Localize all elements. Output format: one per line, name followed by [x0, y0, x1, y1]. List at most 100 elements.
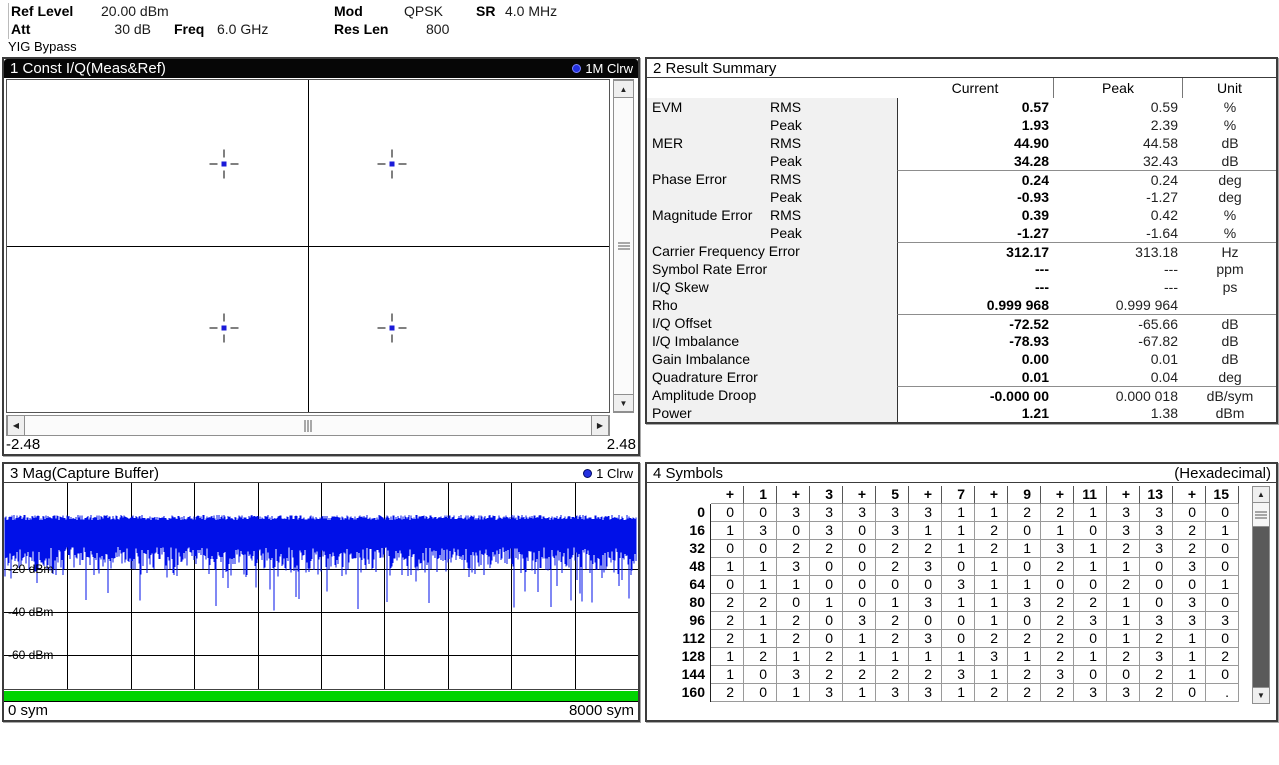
result-row-values: 1.211.38dBm	[897, 404, 1276, 422]
symbol-cell: 1	[711, 666, 744, 684]
symbols-column-header: 9	[1008, 486, 1041, 504]
column-header-unit: Unit	[1183, 78, 1276, 98]
result-row-values: -0.93-1.27deg	[897, 188, 1276, 206]
unit-value: %	[1184, 98, 1276, 116]
current-value: -1.27	[898, 224, 1055, 242]
symbol-cell: 1	[1206, 522, 1239, 540]
symbol-cell: 3	[777, 558, 810, 576]
window1-titlebar[interactable]: 1 Const I/Q(Meas&Ref) 1M Clrw	[4, 59, 638, 78]
symbol-cell: 1	[711, 522, 744, 540]
vertical-scroll-track[interactable]	[614, 98, 633, 394]
symbol-cell: 0	[744, 504, 777, 522]
horizontal-scroll-track[interactable]	[25, 416, 591, 435]
symbol-cell: 2	[1173, 522, 1206, 540]
measurement-subtype	[769, 314, 897, 332]
scroll-track[interactable]	[1253, 527, 1269, 687]
scroll-down-button[interactable]: ▼	[1253, 687, 1269, 703]
mod-label: Mod	[334, 3, 363, 19]
current-value: 0.01	[898, 368, 1055, 386]
symbol-cell: 2	[1107, 540, 1140, 558]
constellation-plot[interactable]	[6, 79, 610, 413]
horizontal-scrollbar[interactable]: ◀ ▶	[6, 415, 610, 436]
symbol-cell: 1	[942, 648, 975, 666]
constellation-point	[378, 313, 407, 342]
scroll-right-button[interactable]: ▶	[591, 416, 609, 435]
vertical-scrollbar[interactable]: ▲ ▼	[613, 79, 634, 413]
window4-titlebar[interactable]: 4 Symbols (Hexadecimal)	[647, 464, 1276, 483]
symbol-cell: 2	[975, 522, 1008, 540]
symbols-column-header: 11	[1074, 486, 1107, 504]
symbol-cell: 0	[1041, 576, 1074, 594]
result-row: I/Q Offset-72.52-65.66dB	[647, 314, 1276, 332]
ref-level-value[interactable]: 20.00 dBm	[101, 3, 169, 19]
measurement-subtype	[769, 242, 897, 260]
res-len-value[interactable]: 800	[426, 21, 449, 37]
symbol-cell: 1	[1008, 648, 1041, 666]
symbol-cell: 2	[810, 666, 843, 684]
window-capture-buffer: 3 Mag(Capture Buffer) 1 Clrw -20 dBm -40…	[2, 462, 640, 722]
channel-info-rows: Ref Level 20.00 dBm Mod QPSK SR 4.0 MHz …	[8, 3, 608, 39]
measurement-name: Phase Error	[647, 170, 769, 188]
symbol-cell: 2	[1041, 684, 1074, 702]
symbol-cell: 0	[711, 576, 744, 594]
result-row-values: 0.000.01dB	[897, 350, 1276, 368]
symbol-cell: 2	[909, 666, 942, 684]
x-end-label: 8000 sym	[569, 702, 634, 720]
result-row-label: Symbol Rate Error	[647, 260, 897, 278]
symbols-column-header: 3	[810, 486, 843, 504]
symbol-cell: 1	[1008, 576, 1041, 594]
symbol-cell: 0	[1206, 540, 1239, 558]
peak-value: 0.59	[1055, 98, 1184, 116]
scroll-left-button[interactable]: ◀	[7, 416, 25, 435]
window2-titlebar[interactable]: 2 Result Summary	[647, 59, 1276, 78]
scroll-thumb[interactable]	[1253, 503, 1269, 527]
window-constellation: 1 Const I/Q(Meas&Ref) 1M Clrw ▲ ▼ ◀	[2, 57, 640, 456]
measurement-name: MER	[647, 134, 769, 152]
symbol-cell: 2	[1041, 594, 1074, 612]
result-row-values: 0.240.24deg	[897, 170, 1276, 188]
mod-value[interactable]: QPSK	[404, 3, 443, 19]
current-value: ---	[898, 278, 1055, 296]
symbol-cell: 3	[975, 648, 1008, 666]
symbol-cell: 0	[843, 576, 876, 594]
symbol-cell: 1	[1107, 594, 1140, 612]
symbols-column-header: +	[843, 486, 876, 504]
symbol-cell: 1	[1041, 522, 1074, 540]
measurement-subtype	[769, 332, 897, 350]
symbol-cell: 3	[777, 666, 810, 684]
symbol-cell: 0	[1140, 558, 1173, 576]
symbol-cell: 0	[1206, 630, 1239, 648]
symbols-row-label: 128	[649, 648, 711, 666]
x-max-label: 2.48	[607, 436, 636, 453]
freq-value[interactable]: 6.0 GHz	[217, 21, 268, 37]
symbol-cell: 3	[942, 576, 975, 594]
scroll-down-button[interactable]: ▼	[614, 394, 633, 412]
sr-value[interactable]: 4.0 MHz	[505, 3, 557, 19]
window3-titlebar[interactable]: 3 Mag(Capture Buffer) 1 Clrw	[4, 464, 638, 483]
att-label: Att	[11, 21, 30, 37]
att-value[interactable]: 30 dB	[69, 21, 151, 37]
current-value: -0.000 00	[898, 387, 1055, 405]
peak-value: -1.27	[1055, 188, 1184, 206]
unit-value: Hz	[1184, 243, 1276, 261]
peak-value: 0.000 018	[1055, 387, 1184, 405]
symbol-cell: 3	[1041, 540, 1074, 558]
measurement-name: I/Q Offset	[647, 314, 769, 332]
scroll-up-button[interactable]: ▲	[1253, 487, 1269, 503]
symbols-column-header: 7	[942, 486, 975, 504]
symbols-scrollbar[interactable]: ▲ ▼	[1252, 486, 1270, 704]
unit-value: deg	[1184, 188, 1276, 206]
arrow-up-icon: ▲	[1257, 490, 1265, 499]
unit-value	[1184, 296, 1276, 314]
symbol-cell: 3	[1107, 684, 1140, 702]
symbol-cell: 1	[777, 684, 810, 702]
measurement-subtype: RMS	[769, 206, 897, 224]
symbol-cell: 1	[909, 648, 942, 666]
current-value: 0.39	[898, 206, 1055, 224]
measurement-name: Rho	[647, 296, 769, 314]
symbol-cell: 3	[777, 504, 810, 522]
scroll-up-button[interactable]: ▲	[614, 80, 633, 98]
symbol-cell: 3	[909, 684, 942, 702]
symbol-cell: 1	[975, 594, 1008, 612]
result-row-label: Peak	[647, 188, 897, 206]
